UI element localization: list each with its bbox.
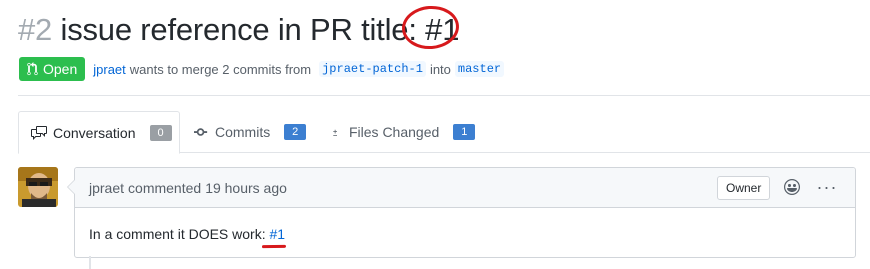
comment-action: commented — [128, 179, 202, 196]
timeline-line — [89, 256, 91, 269]
pr-action-text: wants to merge 2 commits from — [129, 61, 312, 77]
tab-commits-label: Commits — [215, 124, 271, 140]
smiley-icon — [784, 179, 800, 195]
comment-options-button[interactable]: ··· — [817, 177, 837, 197]
avatar-image — [18, 167, 58, 207]
tab-files-changed[interactable]: Files Changed 1 — [331, 111, 476, 153]
state-badge: Open — [19, 57, 86, 81]
pr-tabs: Conversation 0 Commits 2 Files Changed 1 — [18, 111, 870, 154]
git-pull-request-icon — [27, 62, 38, 76]
comment-body: In a comment it DOES work: #1 — [75, 208, 855, 260]
tab-conversation[interactable]: Conversation 0 — [18, 111, 180, 154]
comment-header: jpraet commented 19 hours ago Owner ··· — [75, 168, 855, 208]
pr-number: #2 — [18, 12, 53, 47]
pr-author-link[interactable]: jpraet — [93, 62, 126, 77]
add-reaction-button[interactable] — [782, 177, 802, 197]
tab-commits-count: 2 — [284, 124, 307, 140]
owner-badge: Owner — [717, 176, 771, 200]
red-underline-annotation — [261, 244, 287, 249]
tab-commits[interactable]: Commits 2 — [194, 111, 307, 153]
diff-icon — [333, 129, 337, 136]
comment-timestamp[interactable]: 19 hours ago — [205, 180, 287, 196]
tab-files-changed-count: 1 — [453, 124, 476, 140]
comment-issue-ref-link[interactable]: #1 — [270, 226, 286, 242]
tab-files-changed-label: Files Changed — [349, 124, 440, 140]
avatar[interactable] — [18, 167, 58, 207]
pr-title-text: issue reference in PR title: — [52, 12, 426, 47]
tab-conversation-count: 0 — [149, 124, 172, 141]
base-branch[interactable]: master — [454, 61, 505, 77]
head-branch[interactable]: jpraet-patch-1 — [319, 61, 426, 77]
state-label: Open — [43, 61, 78, 77]
pr-title: #2 issue reference in PR title: #1 — [18, 10, 459, 50]
comment-author[interactable]: jpraet — [89, 180, 124, 196]
kebab-horizontal-icon: ··· — [816, 177, 838, 197]
pr-title-issue-ref: #1 — [425, 12, 460, 47]
header-divider — [18, 95, 870, 96]
comment-box: jpraet commented 19 hours ago Owner ··· … — [67, 167, 856, 260]
git-commit-icon — [194, 128, 208, 136]
comment-body-text: In a comment it DOES work: — [89, 226, 270, 242]
tab-conversation-label: Conversation — [53, 124, 136, 141]
into-text: into — [429, 61, 451, 77]
comment-discussion-icon — [31, 125, 47, 140]
pr-meta: Open jpraet wants to merge 2 commits fro… — [19, 57, 508, 81]
